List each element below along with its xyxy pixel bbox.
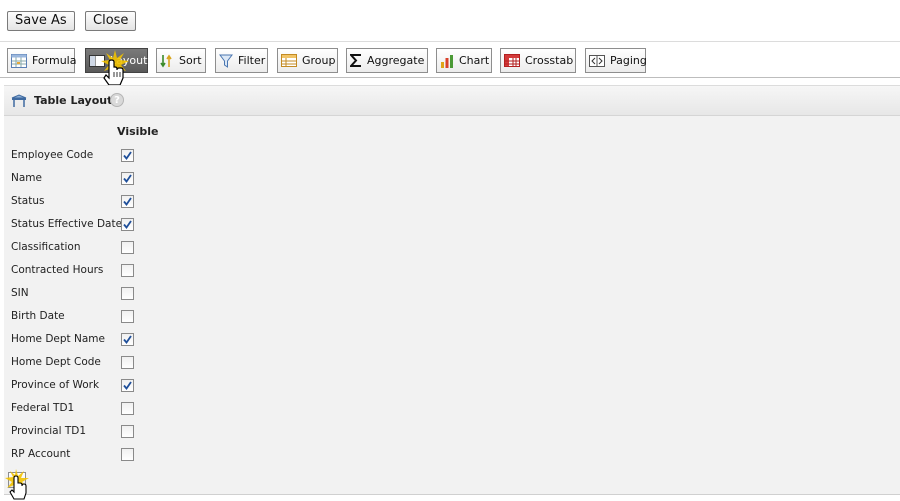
toolbar-paging-button[interactable]: Paging bbox=[585, 48, 647, 73]
apply-button[interactable] bbox=[8, 472, 26, 488]
toolbar-sort-button[interactable]: Sort bbox=[156, 48, 206, 73]
visible-checkbox[interactable] bbox=[121, 195, 134, 208]
visible-checkbox[interactable] bbox=[121, 287, 134, 300]
toolbar-item-label: Aggregate bbox=[367, 54, 425, 67]
table-layout-icon bbox=[11, 94, 27, 107]
visible-checkbox[interactable] bbox=[121, 218, 134, 231]
visible-checkbox[interactable] bbox=[121, 425, 134, 438]
help-icon[interactable]: ? bbox=[110, 93, 124, 107]
column-label: Province of Work bbox=[11, 379, 100, 391]
toolbar-item-label: Paging bbox=[610, 54, 647, 67]
visible-checkbox[interactable] bbox=[121, 402, 134, 415]
checkmark-icon bbox=[123, 197, 132, 206]
column-row: Provincial TD1 bbox=[11, 424, 151, 440]
toolbar: Formula Layout Sort Filter Group Aggrega… bbox=[0, 41, 900, 78]
column-label: Name bbox=[11, 172, 42, 184]
column-row: Home Dept Code bbox=[11, 355, 151, 371]
column-label: Status Effective Date bbox=[11, 218, 123, 230]
column-label: RP Account bbox=[11, 448, 71, 460]
visible-checkbox[interactable] bbox=[121, 448, 134, 461]
column-row: Employee Code bbox=[11, 148, 151, 164]
column-label: Employee Code bbox=[11, 149, 94, 161]
visible-checkbox[interactable] bbox=[121, 172, 134, 185]
column-row: Status bbox=[11, 194, 151, 210]
layout-icon bbox=[89, 54, 105, 67]
visible-checkbox[interactable] bbox=[121, 333, 134, 346]
column-row: RP Account bbox=[11, 447, 151, 463]
formula-icon bbox=[11, 53, 27, 68]
column-label: Status bbox=[11, 195, 45, 207]
checkmark-icon bbox=[123, 174, 132, 183]
toolbar-aggregate-button[interactable]: Aggregate bbox=[346, 48, 428, 73]
sigma-icon bbox=[350, 54, 361, 67]
toolbar-group-button[interactable]: Group bbox=[277, 48, 338, 73]
panel-header: Table Layout ? bbox=[4, 86, 900, 116]
toolbar-crosstab-button[interactable]: Crosstab bbox=[500, 48, 576, 73]
column-label: Federal TD1 bbox=[11, 402, 75, 414]
visible-checkbox[interactable] bbox=[121, 149, 134, 162]
toolbar-formula-button[interactable]: Formula bbox=[7, 48, 77, 73]
toolbar-item-label: Sort bbox=[179, 54, 202, 67]
column-row: Province of Work bbox=[11, 378, 151, 394]
visible-checkbox[interactable] bbox=[121, 356, 134, 369]
column-row: Contracted Hours bbox=[11, 263, 151, 279]
column-row: Classification bbox=[11, 240, 151, 256]
toolbar-item-label: Group bbox=[302, 54, 336, 67]
close-button[interactable]: Close bbox=[85, 11, 137, 31]
bar-chart-icon bbox=[441, 54, 453, 68]
column-row: Federal TD1 bbox=[11, 401, 151, 417]
toolbar-item-label: Formula bbox=[32, 54, 77, 67]
toolbar-filter-button[interactable]: Filter bbox=[215, 48, 268, 73]
toolbar-item-label: Chart bbox=[459, 54, 490, 67]
checkmark-icon bbox=[123, 381, 132, 390]
checkmark-icon bbox=[123, 151, 132, 160]
visible-checkbox[interactable] bbox=[121, 264, 134, 277]
save-as-button[interactable]: Save As bbox=[7, 11, 75, 31]
filter-icon bbox=[219, 54, 233, 68]
column-row: Home Dept Name bbox=[11, 332, 151, 348]
column-label: Birth Date bbox=[11, 310, 65, 322]
column-label: Home Dept Name bbox=[11, 333, 105, 345]
paging-icon bbox=[589, 54, 605, 67]
column-row: Birth Date bbox=[11, 309, 151, 325]
visible-checkbox[interactable] bbox=[121, 379, 134, 392]
column-row: Name bbox=[11, 171, 151, 187]
toolbar-item-label: Crosstab bbox=[525, 54, 574, 67]
toolbar-chart-button[interactable]: Chart bbox=[436, 48, 492, 73]
crosstab-icon bbox=[504, 54, 520, 67]
column-row: Status Effective Date bbox=[11, 217, 151, 233]
column-label: Home Dept Code bbox=[11, 356, 101, 368]
panel-title: Table Layout bbox=[34, 94, 113, 107]
table-layout-panel: Table Layout ? Visible Employee Code Name… bbox=[4, 85, 900, 495]
checkmark-icon bbox=[123, 220, 132, 229]
column-label: Provincial TD1 bbox=[11, 425, 87, 437]
column-label: SIN bbox=[11, 287, 29, 299]
toolbar-layout-button[interactable]: Layout bbox=[85, 48, 148, 73]
toolbar-item-label: Filter bbox=[238, 54, 266, 67]
visible-checkbox[interactable] bbox=[121, 310, 134, 323]
sort-icon bbox=[160, 54, 172, 67]
checkmark-icon bbox=[123, 335, 132, 344]
visible-checkbox[interactable] bbox=[121, 241, 134, 254]
column-row: SIN bbox=[11, 286, 151, 302]
divider bbox=[4, 494, 900, 495]
toolbar-item-label: Layout bbox=[110, 54, 148, 67]
visible-column-header: Visible bbox=[117, 125, 159, 138]
column-label: Contracted Hours bbox=[11, 264, 104, 276]
column-label: Classification bbox=[11, 241, 81, 253]
group-icon bbox=[281, 54, 297, 67]
